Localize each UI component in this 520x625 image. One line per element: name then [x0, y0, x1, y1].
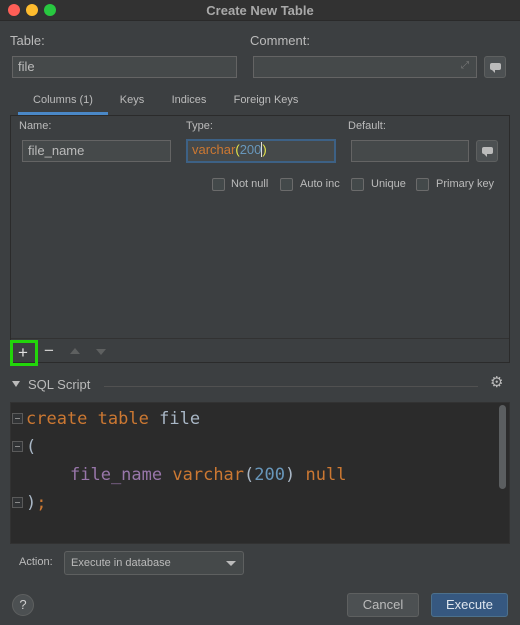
column-identifier: file_name: [70, 465, 163, 485]
add-column-button[interactable]: +: [10, 340, 38, 366]
comment-editor-button[interactable]: [484, 56, 506, 78]
default-label: Default:: [348, 120, 386, 132]
code-line-4: );: [26, 493, 47, 513]
not-null-label: Not null: [231, 178, 269, 190]
type-keyword-sql: varchar: [172, 465, 245, 485]
code-line-2: (: [26, 437, 36, 457]
code-line-3: file_name varchar(200) null: [70, 465, 346, 485]
remove-column-button[interactable]: −: [44, 341, 54, 361]
keyword-null: null: [305, 465, 347, 485]
comment-label: Comment:: [250, 33, 310, 48]
window-title: Create New Table: [206, 3, 314, 18]
size-open-paren: (: [244, 465, 255, 485]
primary-key-checkbox[interactable]: [416, 178, 429, 191]
sql-editor[interactable]: create table file ( file_name varchar(20…: [10, 402, 510, 544]
sql-script-toggle[interactable]: SQL Script: [12, 377, 90, 392]
fold-marker-icon[interactable]: [12, 441, 23, 452]
code-line-1: create table file: [26, 409, 200, 429]
column-type-input[interactable]: varchar(200): [186, 139, 336, 163]
auto-inc-checkbox[interactable]: [280, 178, 293, 191]
help-button[interactable]: ?: [12, 594, 34, 616]
move-up-icon[interactable]: [70, 348, 80, 354]
close-paren: ): [26, 493, 37, 513]
chevron-down-icon: [226, 561, 236, 566]
action-select[interactable]: Execute in database: [64, 551, 244, 575]
columns-toolbar: + −: [10, 338, 509, 366]
not-null-checkbox[interactable]: [212, 178, 225, 191]
tab-indices[interactable]: Indices: [166, 89, 212, 115]
tab-keys[interactable]: Keys: [116, 89, 148, 115]
keyword-create: create: [26, 409, 88, 429]
action-selected-value: Execute in database: [71, 557, 171, 569]
columns-panel: Name: file_name Type: varchar(200) Defau…: [10, 115, 510, 366]
keyword-table: table: [97, 409, 149, 429]
table-label: Table:: [10, 33, 45, 48]
tab-foreign-keys[interactable]: Foreign Keys: [231, 89, 301, 115]
type-label: Type:: [186, 120, 213, 132]
size-close-paren: ): [285, 465, 296, 485]
type-size: 200: [239, 142, 262, 157]
column-name-input[interactable]: file_name: [22, 140, 171, 162]
unique-label: Unique: [371, 178, 406, 190]
primary-key-label: Primary key: [436, 178, 495, 190]
plus-icon: +: [18, 343, 28, 362]
default-value-input[interactable]: [351, 140, 469, 162]
collapse-caret-icon: [12, 381, 20, 387]
unique-checkbox[interactable]: [351, 178, 364, 191]
gear-icon[interactable]: ⚙: [490, 373, 503, 391]
expand-icon[interactable]: ⤢: [461, 61, 471, 71]
default-bubble-icon: [482, 147, 493, 157]
auto-inc-label: Auto inc: [300, 178, 340, 190]
section-divider: [104, 386, 478, 387]
sql-script-label: SQL Script: [28, 377, 91, 392]
tab-columns[interactable]: Columns (1): [18, 89, 108, 115]
open-paren: (: [26, 437, 37, 457]
type-close-paren: ): [261, 142, 267, 157]
table-identifier: file: [159, 409, 201, 429]
cancel-button[interactable]: Cancel: [347, 593, 419, 617]
title-bar: Create New Table: [0, 0, 520, 21]
table-name-input[interactable]: file: [12, 56, 237, 78]
default-editor-button[interactable]: [476, 140, 498, 162]
semicolon: ;: [36, 493, 47, 513]
move-down-icon[interactable]: [96, 349, 106, 355]
editor-scrollbar[interactable]: [499, 405, 506, 489]
type-keyword: varchar: [192, 142, 236, 157]
comment-input[interactable]: ⤢: [253, 56, 477, 78]
name-label: Name:: [19, 120, 52, 132]
fold-marker-icon[interactable]: [12, 413, 23, 424]
fold-marker-icon[interactable]: [12, 497, 23, 508]
comment-bubble-icon: [490, 63, 501, 73]
size-number: 200: [254, 465, 285, 485]
execute-button[interactable]: Execute: [431, 593, 508, 617]
action-label: Action:: [19, 556, 53, 568]
